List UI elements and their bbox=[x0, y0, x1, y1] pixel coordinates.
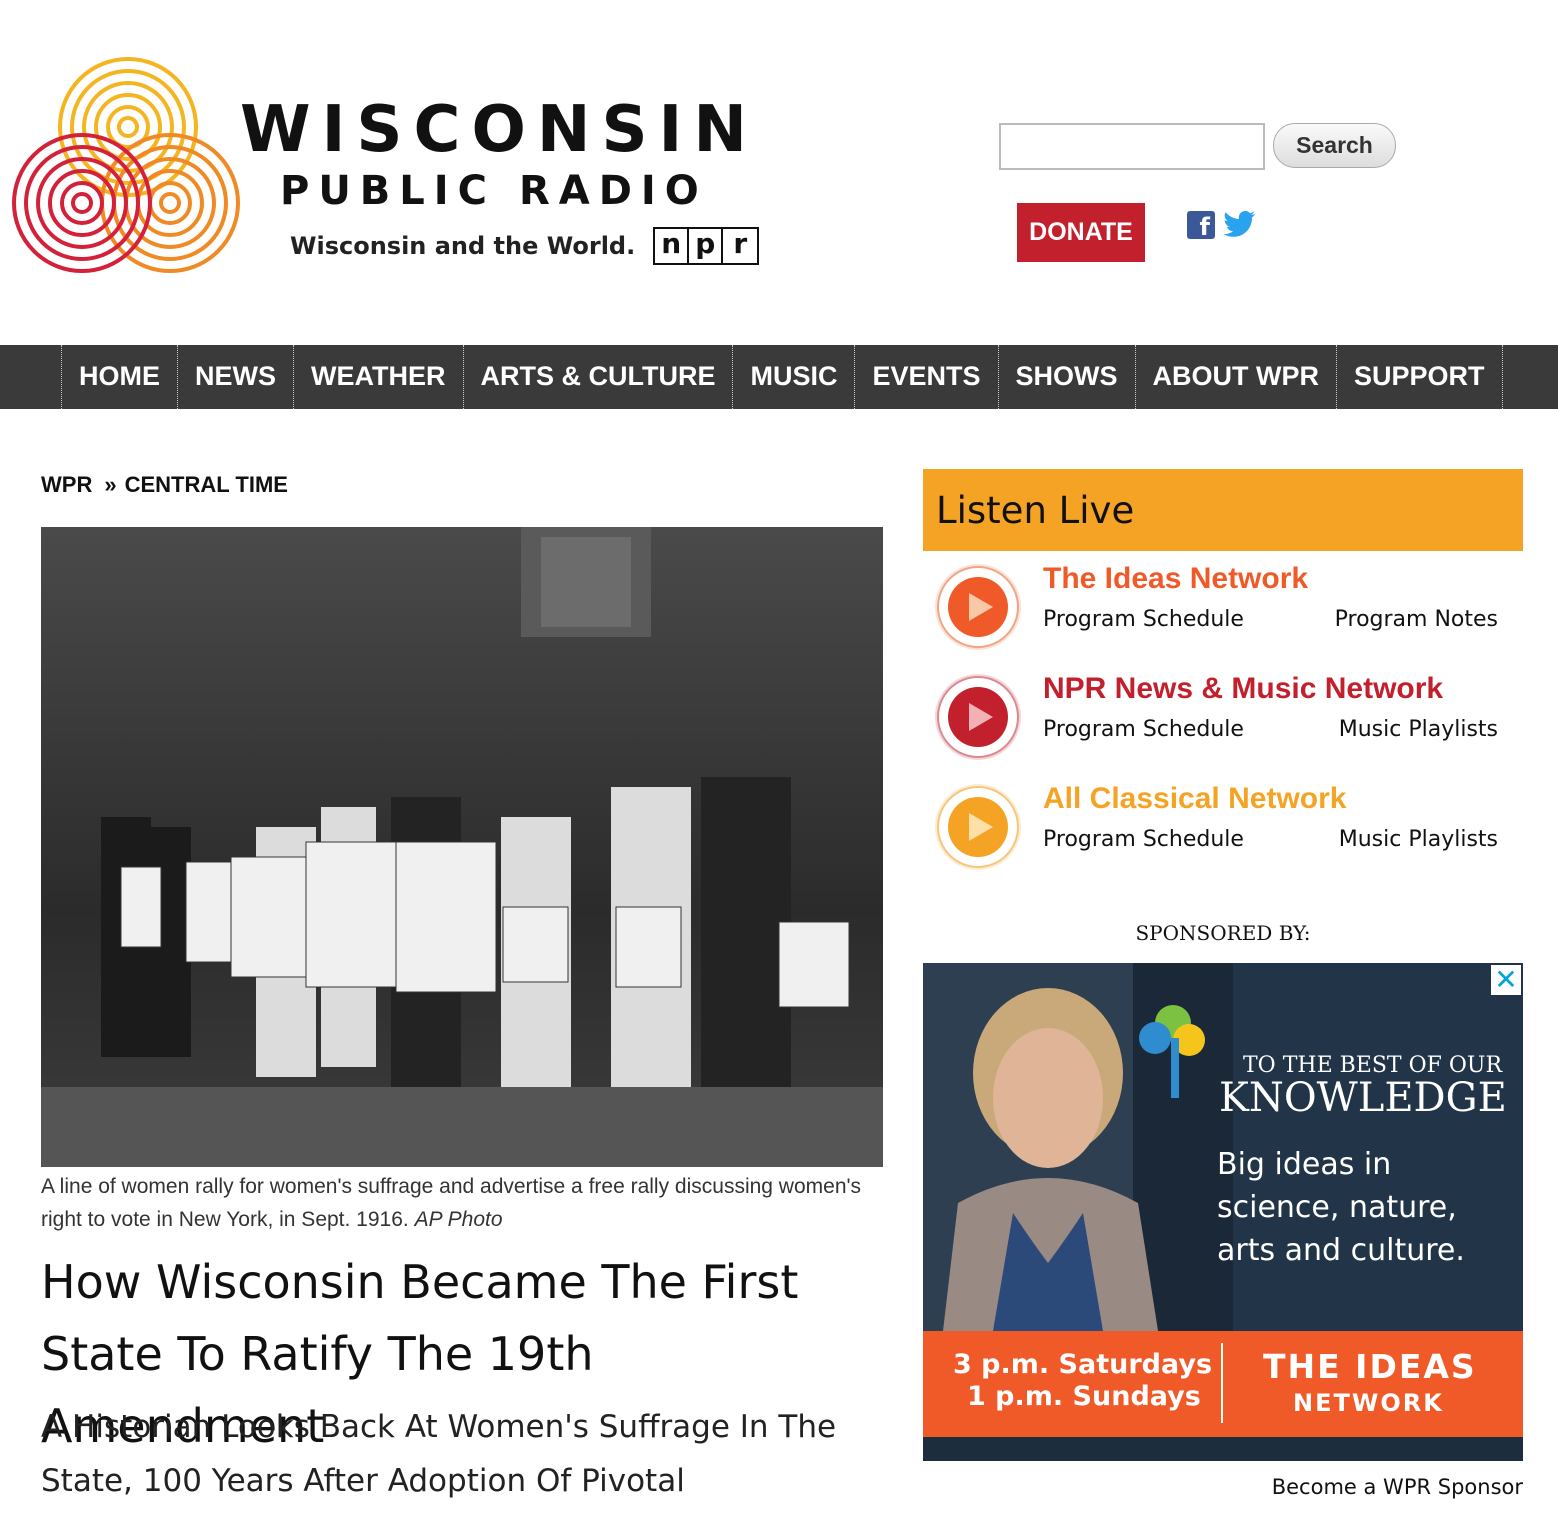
station-name[interactable]: NPR News & Music Network bbox=[1043, 672, 1443, 706]
program-notes-link[interactable]: Program Notes bbox=[1335, 607, 1498, 632]
brand-wordmark[interactable]: WISCONSIN PUBLIC RADIO Wisconsin and the… bbox=[240, 93, 760, 265]
play-icon[interactable] bbox=[933, 782, 1023, 872]
nav-item-music[interactable]: MUSIC bbox=[733, 345, 856, 409]
ad-time-sunday: 1 p.m. Sundays bbox=[967, 1381, 1201, 1412]
ad-schedule-band: 3 p.m. Saturdays 1 p.m. Sundays THE IDEA… bbox=[923, 1331, 1523, 1437]
sponsored-by-label: SPONSORED BY: bbox=[1135, 921, 1311, 945]
ad-time-saturday: 3 p.m. Saturdays bbox=[953, 1349, 1213, 1380]
breadcrumb: WPR » CENTRAL TIME bbox=[41, 472, 288, 498]
listen-live-header: Listen Live bbox=[923, 469, 1523, 551]
brand-title: WISCONSIN bbox=[240, 93, 758, 167]
brand-subtitle: PUBLIC RADIO bbox=[280, 168, 708, 214]
article-subhead: A Historian Looks Back At Women's Suffra… bbox=[41, 1409, 837, 1499]
wpr-logo[interactable] bbox=[10, 55, 250, 280]
brand-tagline: Wisconsin and the World. bbox=[290, 232, 636, 260]
ad-network-line2: NETWORK bbox=[1293, 1389, 1444, 1417]
station-all-classical: All Classical Network Program Schedule M… bbox=[923, 782, 1523, 882]
nav-item-support[interactable]: SUPPORT bbox=[1337, 345, 1503, 409]
npr-letter: p bbox=[689, 229, 724, 263]
main-nav: HOME NEWS WEATHER ARTS & CULTURE MUSIC E… bbox=[0, 345, 1558, 409]
nav-item-news[interactable]: NEWS bbox=[178, 345, 294, 409]
article-photo bbox=[41, 527, 883, 1167]
station-name[interactable]: All Classical Network bbox=[1043, 782, 1346, 816]
breadcrumb-separator: » bbox=[104, 472, 117, 497]
station-npr-news-music: NPR News & Music Network Program Schedul… bbox=[923, 672, 1523, 772]
site-header: WISCONSIN PUBLIC RADIO Wisconsin and the… bbox=[0, 0, 1558, 345]
play-icon[interactable] bbox=[933, 672, 1023, 762]
caption-credit: AP Photo bbox=[414, 1208, 503, 1231]
station-ideas-network: The Ideas Network Program Schedule Progr… bbox=[923, 562, 1523, 662]
ad-network-line1: THE IDEAS bbox=[1263, 1347, 1477, 1386]
photo-caption: A line of women rally for women's suffra… bbox=[41, 1170, 883, 1236]
sponsor-ad[interactable]: ✕ TO THE BEST OF OUR KNOWLEDGE Big ideas… bbox=[923, 963, 1523, 1461]
nav-item-events[interactable]: EVENTS bbox=[855, 345, 999, 409]
npr-logo: n p r bbox=[653, 227, 760, 265]
breadcrumb-current[interactable]: CENTRAL TIME bbox=[125, 472, 288, 497]
npr-letter: r bbox=[733, 227, 748, 260]
ad-copy: Big ideas in science, nature, arts and c… bbox=[1217, 1147, 1465, 1268]
ad-close-icon[interactable]: ✕ bbox=[1491, 965, 1521, 995]
nav-item-weather[interactable]: WEATHER bbox=[294, 345, 464, 409]
music-playlists-link[interactable]: Music Playlists bbox=[1339, 717, 1498, 742]
station-name[interactable]: The Ideas Network bbox=[1043, 562, 1308, 596]
suffragists-photo-image bbox=[41, 527, 883, 1167]
ad-show-title-line2: KNOWLEDGE bbox=[1219, 1075, 1507, 1121]
donate-button[interactable]: DONATE bbox=[1017, 203, 1145, 262]
program-schedule-link[interactable]: Program Schedule bbox=[1043, 827, 1244, 852]
search-input[interactable] bbox=[999, 123, 1265, 170]
nav-item-home[interactable]: HOME bbox=[62, 345, 178, 409]
become-sponsor-link[interactable]: Become a WPR Sponsor bbox=[1272, 1475, 1523, 1499]
nav-item-arts-culture[interactable]: ARTS & CULTURE bbox=[464, 345, 734, 409]
ad-divider bbox=[1221, 1343, 1223, 1423]
nav-item-about-wpr[interactable]: ABOUT WPR bbox=[1136, 345, 1338, 409]
facebook-icon[interactable]: f bbox=[1187, 211, 1215, 239]
search-button[interactable]: Search bbox=[1273, 123, 1396, 168]
play-icon[interactable] bbox=[933, 562, 1023, 652]
listen-live-title: Listen Live bbox=[936, 489, 1135, 532]
program-schedule-link[interactable]: Program Schedule bbox=[1043, 717, 1244, 742]
twitter-icon[interactable] bbox=[1222, 209, 1256, 239]
npr-letter: n bbox=[655, 229, 690, 263]
breadcrumb-root[interactable]: WPR bbox=[41, 472, 92, 497]
nav-item-shows[interactable]: SHOWS bbox=[999, 345, 1136, 409]
music-playlists-link[interactable]: Music Playlists bbox=[1339, 827, 1498, 852]
program-schedule-link[interactable]: Program Schedule bbox=[1043, 607, 1244, 632]
